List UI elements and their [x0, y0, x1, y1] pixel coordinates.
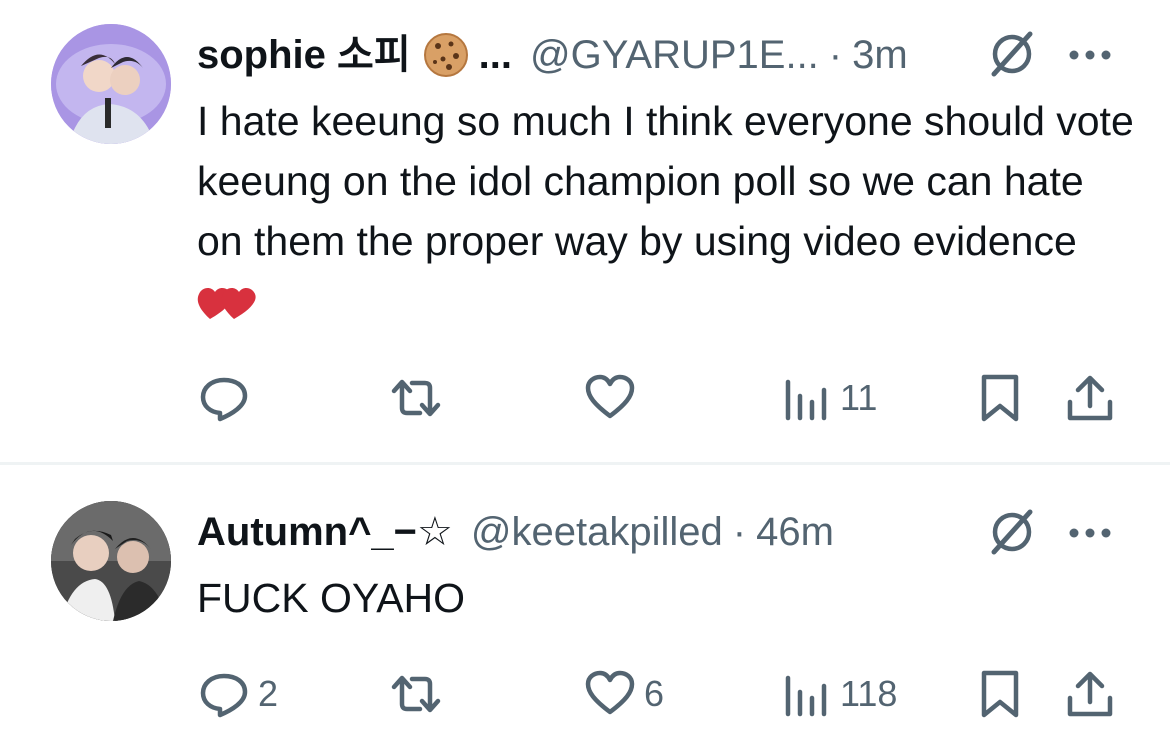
reply-button[interactable]: 2 [198, 664, 278, 724]
separator: · [732, 510, 747, 554]
share-icon [1064, 668, 1116, 720]
timestamp[interactable]: 46m [756, 504, 834, 560]
tweet-header: Autumn^_−☆ @keetakpilled · 46m [197, 504, 1110, 560]
separator: · [828, 33, 843, 77]
like-button[interactable]: 6 [584, 664, 664, 724]
tweet[interactable]: sophie 소피 ... @GYARUP1E... · 3m I hate k… [0, 0, 1170, 462]
reply-icon [198, 372, 250, 424]
display-name[interactable]: sophie 소피 [197, 27, 411, 83]
share-button[interactable] [1064, 664, 1116, 724]
tweet-actions: 2 6 118 [0, 664, 1170, 724]
avatar[interactable] [51, 501, 171, 621]
views-icon [780, 372, 832, 424]
share-icon [1064, 372, 1116, 424]
repost-button[interactable] [390, 664, 450, 724]
tweet-body: I hate keeung so much I think everyone s… [197, 98, 1134, 264]
heart-icon [584, 372, 636, 424]
tweet-text: I hate keeung so much I think everyone s… [197, 91, 1137, 331]
name-truncation: ... [478, 33, 512, 77]
user-handle[interactable]: @GYARUP1E... [530, 27, 819, 83]
repost-icon [390, 668, 442, 720]
bookmark-button[interactable] [974, 368, 1026, 428]
views-button[interactable]: 11 [780, 368, 877, 428]
bookmark-button[interactable] [974, 664, 1026, 724]
views-count: 118 [840, 673, 898, 714]
tweet-body: FUCK OYAHO [197, 575, 466, 621]
reply-count: 2 [258, 673, 279, 714]
reply-icon [198, 668, 250, 720]
grok-icon[interactable] [986, 28, 1038, 80]
tweet-header: sophie 소피 ... @GYARUP1E... · 3m [197, 27, 1110, 83]
views-button[interactable]: 118 [780, 664, 897, 724]
like-count: 6 [644, 673, 665, 714]
more-options-icon[interactable] [1068, 523, 1112, 543]
tweet[interactable]: Autumn^_−☆ @keetakpilled · 46m FUCK OYAH… [0, 466, 1170, 746]
tweet-divider [0, 462, 1170, 465]
display-name[interactable]: Autumn^_−☆ [197, 504, 453, 560]
two-red-hearts-emoji [197, 275, 257, 325]
bookmark-icon [974, 372, 1026, 424]
like-button[interactable] [584, 368, 644, 428]
avatar[interactable] [51, 24, 171, 144]
grok-icon[interactable] [986, 506, 1038, 558]
heart-icon [584, 668, 636, 720]
views-icon [780, 668, 832, 720]
user-handle[interactable]: @keetakpilled [471, 504, 723, 560]
tweet-actions: 11 [0, 368, 1170, 428]
bookmark-icon [974, 668, 1026, 720]
repost-icon [390, 372, 442, 424]
tweet-text: FUCK OYAHO [197, 568, 1137, 628]
share-button[interactable] [1064, 368, 1116, 428]
views-count: 11 [840, 377, 878, 418]
timestamp[interactable]: 3m [852, 27, 908, 83]
reply-button[interactable] [198, 368, 258, 428]
repost-button[interactable] [390, 368, 450, 428]
more-options-icon[interactable] [1068, 45, 1112, 65]
cookie-emoji [423, 32, 469, 78]
